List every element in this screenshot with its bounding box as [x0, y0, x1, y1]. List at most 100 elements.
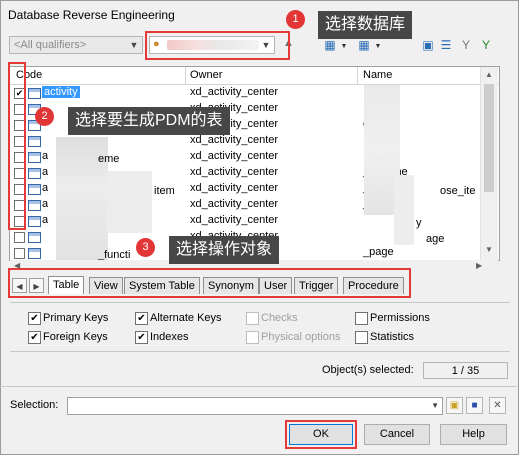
annotation-badge-2: 2: [35, 107, 54, 126]
grid-view-icon[interactable]: ▣: [421, 38, 435, 52]
option-label: Physical options: [261, 331, 341, 343]
table-icon: [28, 200, 41, 211]
name-fragment: y: [416, 217, 422, 229]
row-code: activity: [42, 86, 80, 98]
column-header-owner[interactable]: Owner: [190, 69, 222, 81]
option-label: Foreign Keys: [43, 331, 108, 343]
deselect-all-icon[interactable]: ▦: [357, 38, 371, 52]
option-checkbox[interactable]: ✔: [28, 312, 41, 325]
redaction-mask: [394, 175, 414, 245]
row-owner: xd_activity_center: [190, 198, 279, 210]
row-code: a: [42, 182, 49, 194]
row-owner: xd_activity_center: [190, 166, 279, 178]
table-icon: [28, 88, 41, 99]
option-label: Indexes: [150, 331, 189, 343]
dropdown-icon[interactable]: ▼: [337, 40, 351, 54]
divider: [10, 302, 510, 303]
row-code: a: [42, 166, 49, 178]
list-header: Code Owner Name: [10, 67, 499, 85]
vertical-scrollbar[interactable]: ▲ ▼: [480, 67, 498, 260]
table-icon: [28, 184, 41, 195]
qualifier-select[interactable]: <All qualifiers> ▼: [9, 36, 143, 54]
option-statistics[interactable]: Statistics: [355, 331, 465, 345]
option-checkbox[interactable]: ✔: [28, 331, 41, 344]
table-icon: [28, 248, 41, 259]
row-checkbox[interactable]: [14, 248, 25, 259]
option-label: Permissions: [370, 312, 430, 324]
annotation-tip-1: 选择数据库: [318, 11, 413, 39]
clear-filter-icon[interactable]: Y: [479, 38, 493, 52]
select-all-icon[interactable]: ▦: [323, 38, 337, 52]
divider: [10, 351, 510, 352]
table-icon: [28, 136, 41, 147]
row-checkbox[interactable]: [14, 232, 25, 243]
save-icon[interactable]: ■: [466, 397, 483, 414]
option-foreign-keys[interactable]: ✔ Foreign Keys: [28, 331, 138, 345]
row-code: a: [42, 150, 49, 162]
option-checkbox[interactable]: ✔: [135, 331, 148, 344]
qualifier-value: <All qualifiers>: [14, 39, 87, 51]
row-owner: xd_activity_center: [190, 214, 279, 226]
table-icon: [28, 152, 41, 163]
name-fragment: age: [426, 233, 445, 245]
objects-selected-label: Object(s) selected:: [322, 364, 414, 376]
list-view-icon[interactable]: ☰: [439, 38, 453, 52]
chevron-down-icon: ▼: [129, 40, 139, 50]
dialog-title: Database Reverse Engineering: [8, 8, 175, 22]
scroll-down-icon[interactable]: ▼: [485, 245, 493, 254]
table-icon: [28, 168, 41, 179]
highlight-table-checkboxes: [8, 62, 26, 230]
table-icon: [28, 232, 41, 243]
scroll-thumb[interactable]: [484, 84, 494, 192]
table-row[interactable]: ✔ activity xd_activity_center: [10, 85, 499, 101]
option-alternate-keys[interactable]: ✔ Alternate Keys: [135, 312, 245, 326]
option-checkbox[interactable]: ✔: [135, 312, 148, 325]
highlight-database: [145, 31, 290, 60]
dropdown-icon[interactable]: ▼: [371, 40, 385, 54]
option-checks: Checks: [246, 312, 356, 326]
highlight-ok-button: [285, 420, 357, 449]
annotation-tip-2: 选择要生成PDM的表: [68, 107, 230, 135]
option-label: Primary Keys: [43, 312, 109, 324]
help-button[interactable]: Help: [440, 424, 507, 445]
row-owner: xd_activity_center: [190, 134, 279, 146]
scroll-up-icon[interactable]: ▲: [485, 70, 493, 79]
filter-icon[interactable]: Y: [459, 38, 473, 52]
highlight-tabs: [8, 268, 411, 298]
row-owner: xd_activity_center: [190, 150, 279, 162]
chevron-down-icon[interactable]: ▼: [431, 401, 439, 410]
row-name: _page: [363, 246, 394, 258]
option-label: Statistics: [370, 331, 415, 343]
divider: [0, 386, 517, 387]
option-label: Alternate Keys: [150, 312, 222, 324]
row-owner: xd_activity_center: [190, 182, 279, 194]
code-fragment: item: [154, 185, 175, 197]
row-code: a: [42, 214, 49, 226]
option-checkbox: [246, 312, 259, 325]
selection-input[interactable]: ▼: [67, 397, 443, 415]
column-header-name[interactable]: Name: [363, 69, 392, 81]
option-checkbox[interactable]: [355, 312, 368, 325]
cancel-button[interactable]: Cancel: [364, 424, 430, 445]
redaction-mask: [106, 171, 152, 233]
scroll-right-icon[interactable]: ▶: [476, 261, 482, 270]
annotation-badge-3: 3: [136, 238, 155, 257]
option-checkbox: [246, 331, 259, 344]
row-code: a: [42, 198, 49, 210]
option-permissions[interactable]: Permissions: [355, 312, 465, 326]
option-label: Checks: [261, 312, 298, 324]
row-owner: xd_activity_center: [190, 86, 279, 98]
objects-selected-count: 1 / 35: [423, 362, 508, 379]
delete-icon[interactable]: ✕: [489, 397, 506, 414]
name-fragment: ose_ite: [440, 185, 476, 197]
annotation-tip-3: 选择操作对象: [169, 236, 280, 264]
open-folder-icon[interactable]: ▣: [446, 397, 463, 414]
option-primary-keys[interactable]: ✔ Primary Keys: [28, 312, 138, 326]
annotation-badge-1: 1: [286, 10, 305, 29]
object-list[interactable]: Code Owner Name ✔ activity xd_activity_cen…: [9, 66, 500, 261]
option-checkbox[interactable]: [355, 331, 368, 344]
table-icon: [28, 216, 41, 227]
option-indexes[interactable]: ✔ Indexes: [135, 331, 245, 345]
selection-label: Selection:: [10, 399, 59, 411]
option-physical-options: Physical options: [246, 331, 356, 345]
